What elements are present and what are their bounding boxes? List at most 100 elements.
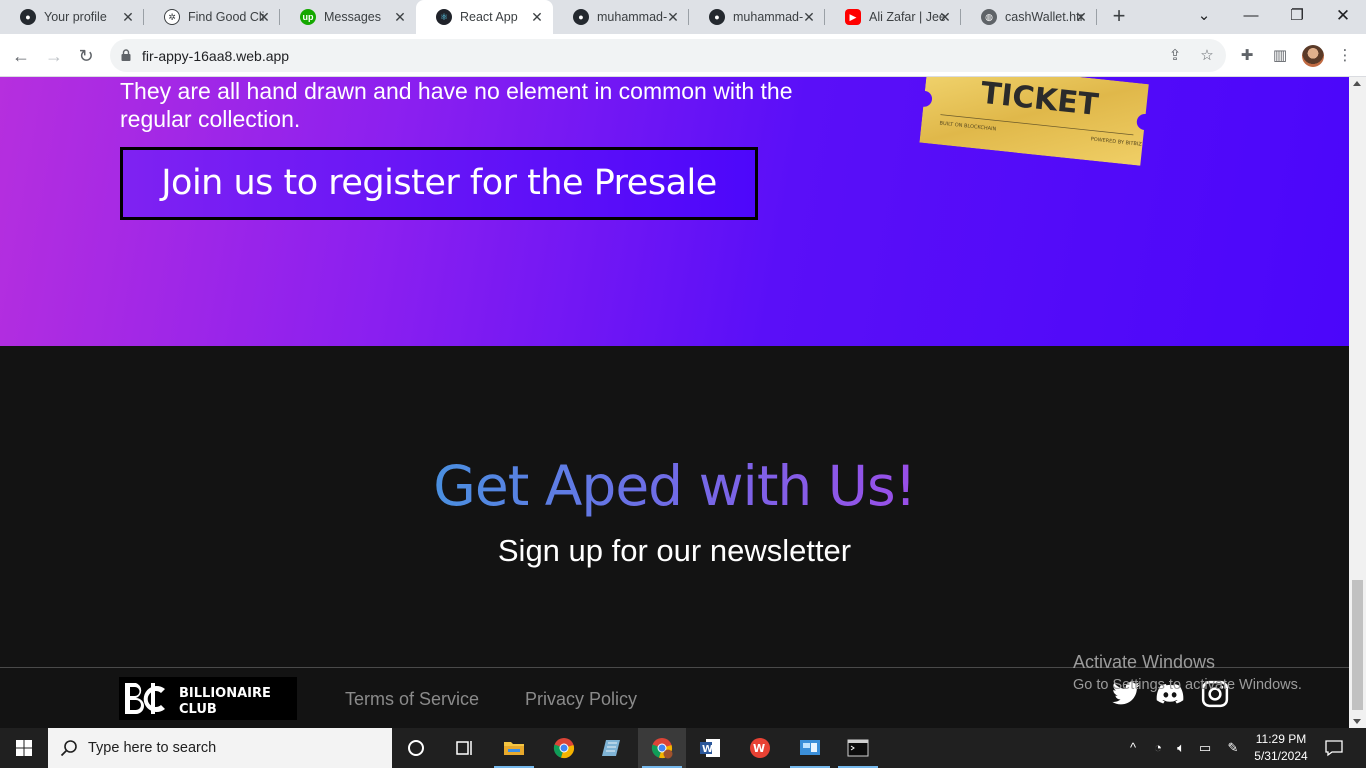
tab-muhammad-2[interactable]: ● muhammad- ✕ bbox=[689, 0, 825, 34]
tab-title: Your profile bbox=[44, 10, 107, 24]
network-icon[interactable]: ◔ bbox=[1149, 739, 1167, 757]
taskbar-chrome[interactable] bbox=[540, 728, 588, 768]
windows-taskbar: Type here to search W W ^ ◔ 🔈︎ ▭ ✎ 11:29… bbox=[0, 728, 1366, 768]
clock-date: 5/31/2024 bbox=[1254, 749, 1308, 763]
taskbar-search-box[interactable]: Type here to search bbox=[48, 728, 392, 768]
browser-tab-strip: ● Your profile ✕ ✲ Find Good Cli ✕ up Me… bbox=[0, 0, 1366, 34]
cortana-circle-icon bbox=[408, 740, 424, 756]
close-icon[interactable]: ✕ bbox=[801, 9, 817, 25]
taskbar-chrome-active[interactable] bbox=[638, 728, 686, 768]
close-icon[interactable]: ✕ bbox=[937, 9, 953, 25]
search-icon bbox=[60, 740, 77, 757]
search-placeholder: Type here to search bbox=[88, 740, 217, 756]
tab-find-good-cli[interactable]: ✲ Find Good Cli ✕ bbox=[144, 0, 280, 34]
logo-line2: CLUB bbox=[179, 702, 217, 717]
scroll-down-arrow-icon[interactable] bbox=[1353, 719, 1361, 724]
newsletter-title-text: Get Aped with Us! bbox=[433, 454, 916, 518]
task-view-button[interactable] bbox=[440, 728, 488, 768]
newsletter-subtitle: Sign up for our newsletter bbox=[497, 533, 852, 568]
menu-kebab-icon[interactable]: ⋮ bbox=[1335, 46, 1355, 66]
register-presale-button[interactable]: Join us to register for the Presale bbox=[120, 147, 758, 220]
close-icon[interactable]: ✕ bbox=[665, 9, 681, 25]
chrome-icon bbox=[553, 738, 574, 759]
github-icon: ● bbox=[709, 9, 725, 25]
svg-text:W: W bbox=[753, 742, 765, 755]
close-icon[interactable]: ✕ bbox=[1073, 9, 1089, 25]
task-view-icon bbox=[456, 741, 472, 755]
tab-ali-zafar[interactable]: ▶ Ali Zafar | Jee ✕ bbox=[825, 0, 961, 34]
clock-time: 11:29 PM bbox=[1255, 732, 1307, 746]
pen-workspace-icon[interactable]: ✎ bbox=[1224, 739, 1242, 757]
extensions-icon[interactable]: ✚ bbox=[1237, 46, 1257, 66]
terminal-icon bbox=[847, 739, 869, 757]
address-bar[interactable]: fir-appy-16aa8.web.app ⇪ ☆ bbox=[110, 39, 1226, 72]
youtube-icon: ▶ bbox=[845, 9, 861, 25]
taskbar-wps-office[interactable]: W bbox=[736, 728, 784, 768]
openai-icon: ✲ bbox=[164, 9, 180, 25]
notepad-icon bbox=[602, 740, 620, 756]
close-icon[interactable]: ✕ bbox=[120, 9, 136, 25]
globe-icon: ◍ bbox=[981, 9, 997, 25]
golden-ticket-image: TICKET BUILT ON BLOCKCHAIN POWERED BY BI… bbox=[919, 77, 1149, 166]
folder-icon bbox=[504, 742, 524, 755]
github-icon: ● bbox=[573, 9, 589, 25]
tab-your-profile[interactable]: ● Your profile ✕ bbox=[0, 0, 144, 34]
control-panel-icon bbox=[800, 740, 820, 755]
privacy-policy-link[interactable]: Privacy Policy bbox=[525, 689, 637, 710]
tab-separator bbox=[1096, 9, 1097, 25]
hero-section: They are all hand drawn and have no elem… bbox=[0, 77, 1349, 346]
forward-button[interactable]: → bbox=[41, 43, 67, 69]
github-icon: ● bbox=[20, 9, 36, 25]
minimize-button[interactable]: — bbox=[1228, 0, 1274, 32]
taskbar-clock[interactable]: 11:29 PM 5/31/2024 bbox=[1248, 731, 1314, 765]
scroll-thumb[interactable] bbox=[1352, 580, 1363, 710]
activate-windows-title: Activate Windows bbox=[1073, 652, 1216, 672]
activate-windows-subtitle: Go to Settings to activate Windows. bbox=[1073, 677, 1302, 693]
upwork-icon: up bbox=[300, 9, 316, 25]
taskbar-file-explorer[interactable] bbox=[490, 728, 538, 768]
logo-line1: BILLIONAIRE bbox=[179, 686, 271, 701]
taskbar-word[interactable]: W bbox=[686, 728, 734, 768]
cortana-button[interactable] bbox=[392, 728, 440, 768]
windows-start-icon[interactable] bbox=[0, 728, 48, 768]
close-icon[interactable]: ✕ bbox=[529, 9, 545, 25]
side-panel-icon[interactable]: ▥ bbox=[1270, 46, 1290, 66]
taskbar-notepad-app[interactable] bbox=[588, 728, 636, 768]
back-button[interactable]: ← bbox=[8, 43, 34, 69]
tab-cashwallet[interactable]: ◍ cashWallet.htr ✕ bbox=[961, 0, 1097, 34]
billionaire-club-logo[interactable]: BILLIONAIRE CLUB bbox=[119, 677, 297, 720]
tab-react-app[interactable]: ⚛ React App ✕ bbox=[416, 0, 553, 34]
notification-center-icon[interactable] bbox=[1324, 738, 1344, 758]
share-icon[interactable]: ⇪ bbox=[1166, 47, 1184, 65]
url-text: fir-appy-16aa8.web.app bbox=[142, 48, 290, 64]
page-scrollbar[interactable] bbox=[1349, 77, 1366, 728]
tab-messages[interactable]: up Messages ✕ bbox=[280, 0, 416, 34]
word-icon: W bbox=[700, 739, 720, 757]
react-icon: ⚛ bbox=[436, 9, 452, 25]
restore-button[interactable]: ❐ bbox=[1274, 0, 1320, 32]
profile-avatar[interactable] bbox=[1302, 45, 1324, 67]
tab-search-button[interactable]: ⌄ bbox=[1181, 0, 1227, 32]
chrome-profile-icon bbox=[651, 738, 673, 759]
newsletter-title: Get Aped with Us! bbox=[0, 451, 1349, 521]
terms-of-service-link[interactable]: Terms of Service bbox=[345, 689, 479, 710]
close-icon[interactable]: ✕ bbox=[256, 9, 272, 25]
battery-icon[interactable]: ▭ bbox=[1196, 739, 1214, 757]
web-page: They are all hand drawn and have no elem… bbox=[0, 77, 1349, 728]
bookmark-star-icon[interactable]: ☆ bbox=[1198, 47, 1216, 65]
hero-description: They are all hand drawn and have no elem… bbox=[120, 78, 793, 132]
lock-icon bbox=[121, 49, 131, 61]
volume-icon[interactable]: 🔈︎ bbox=[1172, 739, 1190, 757]
taskbar-control-panel[interactable] bbox=[786, 728, 834, 768]
new-tab-button[interactable]: + bbox=[1107, 5, 1131, 29]
close-window-button[interactable]: ✕ bbox=[1320, 0, 1366, 32]
browser-toolbar: ← → ↻ fir-appy-16aa8.web.app ⇪ ☆ ✚ ▥ ⋮ bbox=[0, 34, 1366, 77]
scroll-up-arrow-icon[interactable] bbox=[1353, 81, 1361, 86]
tab-muhammad-1[interactable]: ● muhammad- ✕ bbox=[553, 0, 689, 34]
taskbar-command-prompt[interactable] bbox=[834, 728, 882, 768]
newsletter-section: Get Aped with Us! Sign up for our newsle… bbox=[0, 346, 1349, 667]
show-hidden-icons-chevron-icon[interactable]: ^ bbox=[1124, 739, 1142, 757]
close-icon[interactable]: ✕ bbox=[392, 9, 408, 25]
reload-button[interactable]: ↻ bbox=[73, 43, 99, 69]
svg-text:W: W bbox=[702, 744, 713, 755]
